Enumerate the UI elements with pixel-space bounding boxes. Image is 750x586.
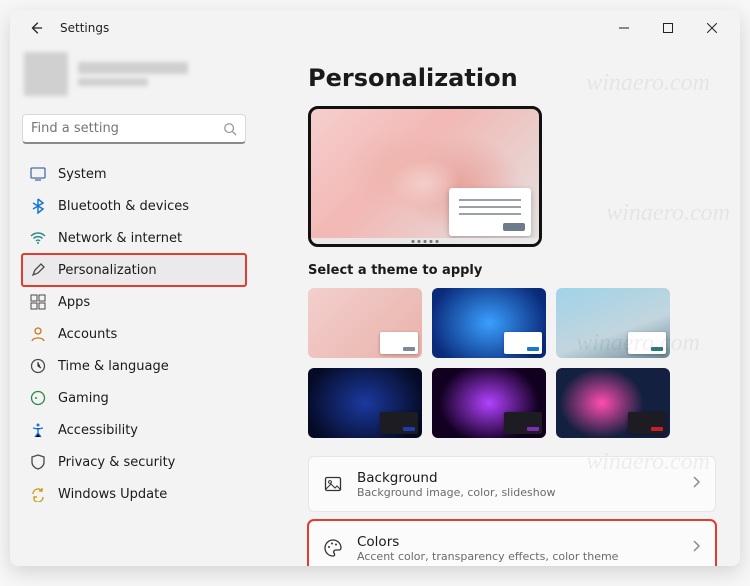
user-name-redacted	[78, 62, 188, 74]
sidebar-item-label: Accessibility	[58, 423, 138, 438]
sidebar-item-system[interactable]: System	[22, 158, 246, 190]
theme-option-5[interactable]	[432, 368, 546, 438]
theme-option-6[interactable]	[556, 368, 670, 438]
row-subtitle: Accent color, transparency effects, colo…	[357, 550, 618, 563]
back-arrow-icon	[29, 21, 43, 35]
theme-option-4[interactable]	[308, 368, 422, 438]
close-button[interactable]	[690, 12, 734, 44]
sidebar-item-apps[interactable]: Apps	[22, 286, 246, 318]
sidebar-item-personalization[interactable]: Personalization	[22, 254, 246, 286]
accessibility-icon	[30, 422, 46, 438]
theme-option-3[interactable]	[556, 288, 670, 358]
sidebar-item-label: Personalization	[58, 263, 157, 278]
sidebar-item-label: Accounts	[58, 327, 117, 342]
user-email-redacted	[78, 78, 148, 86]
user-account-block[interactable]	[22, 50, 246, 98]
row-subtitle: Background image, color, slideshow	[357, 486, 555, 499]
gamepad-icon	[30, 390, 46, 406]
settings-window: Settings System	[10, 10, 740, 566]
settings-rows: Background Background image, color, slid…	[308, 456, 716, 566]
preview-window-mock	[449, 188, 531, 236]
sidebar-item-label: Bluetooth & devices	[58, 199, 189, 214]
nav-list: System Bluetooth & devices Network & int…	[22, 158, 246, 510]
sidebar-item-accounts[interactable]: Accounts	[22, 318, 246, 350]
sidebar-item-privacy[interactable]: Privacy & security	[22, 446, 246, 478]
sidebar-item-label: Windows Update	[58, 487, 167, 502]
sidebar: System Bluetooth & devices Network & int…	[10, 46, 258, 566]
picture-icon	[323, 474, 343, 494]
chevron-right-icon	[691, 476, 701, 492]
wifi-icon	[30, 230, 46, 246]
paintbrush-icon	[30, 262, 46, 278]
theme-option-2[interactable]	[432, 288, 546, 358]
minimize-icon	[619, 23, 629, 33]
search-icon	[223, 122, 237, 136]
sidebar-item-label: System	[58, 167, 106, 182]
sidebar-item-label: Apps	[58, 295, 90, 310]
search-box[interactable]	[22, 114, 246, 144]
sidebar-item-label: Privacy & security	[58, 455, 175, 470]
sidebar-item-label: Network & internet	[58, 231, 182, 246]
main-content: Personalization Select a theme to apply	[258, 46, 740, 566]
maximize-icon	[663, 23, 673, 33]
close-icon	[707, 23, 717, 33]
row-title: Colors	[357, 534, 618, 550]
row-title: Background	[357, 470, 555, 486]
update-icon	[30, 486, 46, 502]
theme-option-1[interactable]	[308, 288, 422, 358]
search-input[interactable]	[31, 121, 223, 136]
sidebar-item-bluetooth[interactable]: Bluetooth & devices	[22, 190, 246, 222]
sidebar-item-gaming[interactable]: Gaming	[22, 382, 246, 414]
sidebar-item-label: Time & language	[58, 359, 169, 374]
sidebar-item-time-language[interactable]: Time & language	[22, 350, 246, 382]
minimize-button[interactable]	[602, 12, 646, 44]
sidebar-item-label: Gaming	[58, 391, 109, 406]
theme-section-label: Select a theme to apply	[308, 263, 716, 278]
shield-icon	[30, 454, 46, 470]
row-colors[interactable]: Colors Accent color, transparency effect…	[308, 520, 716, 566]
palette-icon	[323, 538, 343, 558]
maximize-button[interactable]	[646, 12, 690, 44]
back-button[interactable]	[22, 14, 50, 42]
titlebar: Settings	[10, 10, 740, 46]
window-controls	[602, 12, 734, 44]
person-icon	[30, 326, 46, 342]
page-title: Personalization	[308, 64, 716, 92]
sidebar-item-windows-update[interactable]: Windows Update	[22, 478, 246, 510]
row-background[interactable]: Background Background image, color, slid…	[308, 456, 716, 512]
system-icon	[30, 166, 46, 182]
sidebar-item-accessibility[interactable]: Accessibility	[22, 414, 246, 446]
chevron-right-icon	[691, 540, 701, 556]
bluetooth-icon	[30, 198, 46, 214]
avatar	[24, 52, 68, 96]
apps-icon	[30, 294, 46, 310]
window-title: Settings	[60, 21, 109, 35]
desktop-preview	[308, 106, 542, 247]
theme-grid	[308, 288, 716, 438]
sidebar-item-network[interactable]: Network & internet	[22, 222, 246, 254]
clock-icon	[30, 358, 46, 374]
